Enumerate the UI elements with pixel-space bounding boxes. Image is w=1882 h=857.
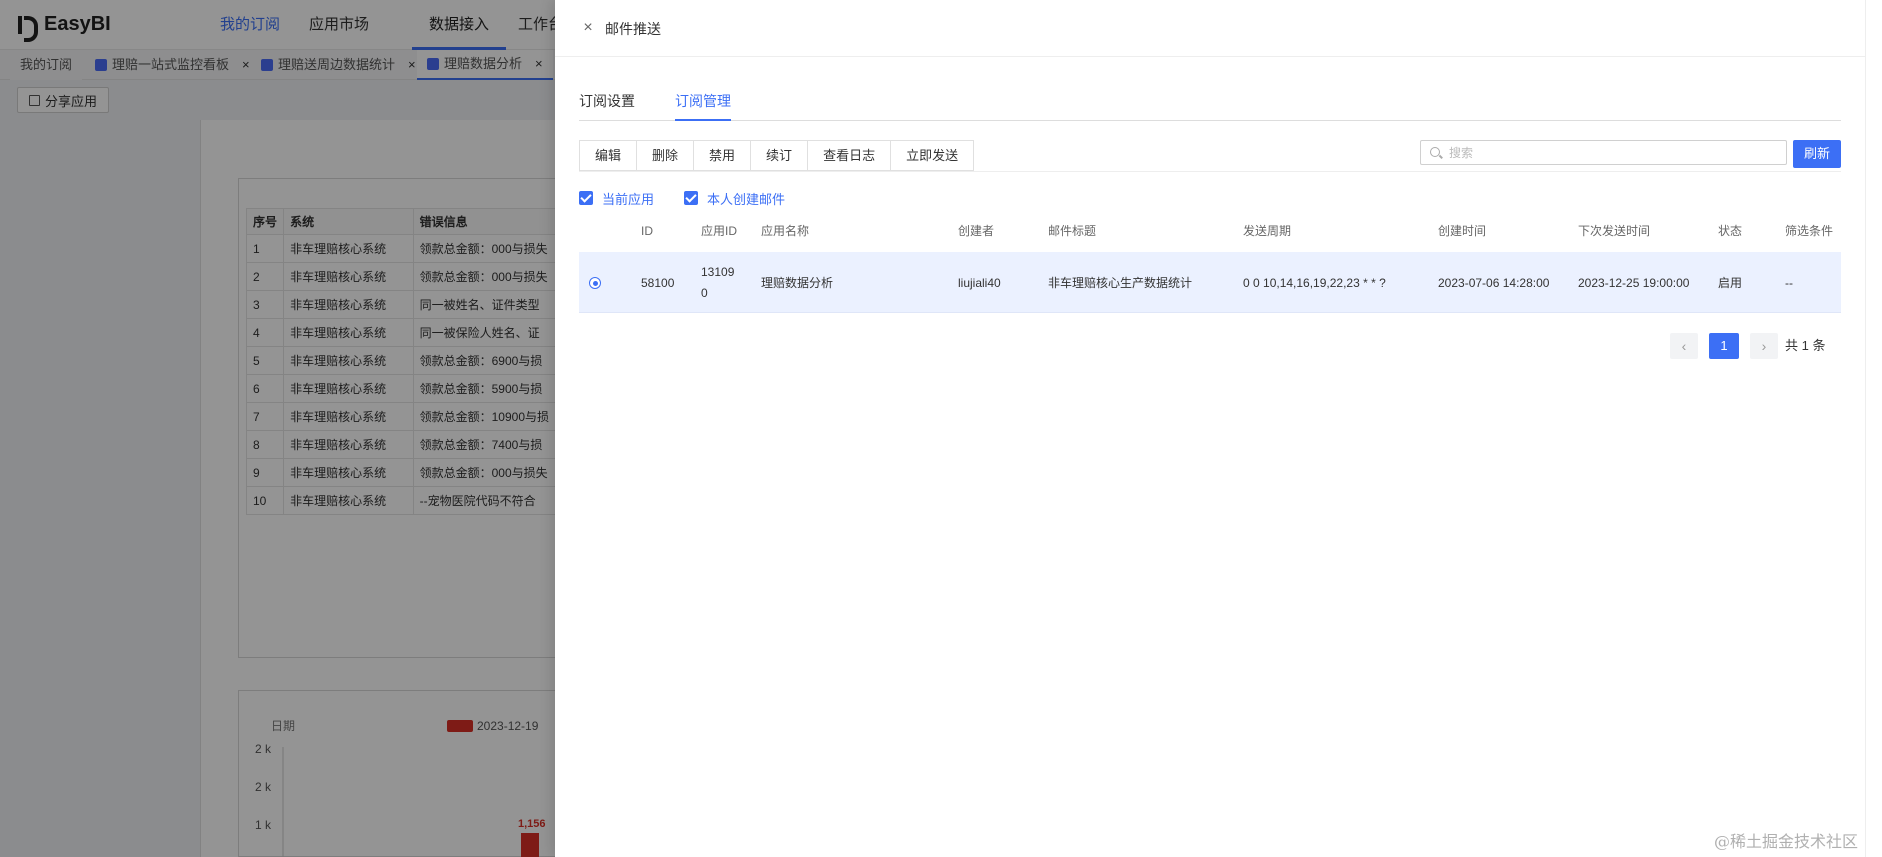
tab-subscription-management[interactable]: 订阅管理 <box>675 90 731 121</box>
col-status: 状态 <box>1718 224 1743 238</box>
cell-cron: 0 0 10,14,16,19,22,23 * * ? <box>1243 275 1386 290</box>
checkbox-label: 当前应用 <box>602 191 655 207</box>
cell-next-send-time: 2023-12-25 19:00:00 <box>1578 275 1690 290</box>
prev-page-icon[interactable]: ‹ <box>1670 333 1698 359</box>
cell-creator: liujiali40 <box>958 275 1001 290</box>
current-app-checkbox[interactable]: 当前应用 <box>579 189 654 207</box>
drawer-tabs: 订阅设置 订阅管理 <box>579 90 1841 121</box>
action-toolbar: 编辑 删除 禁用 续订 查看日志 立即发送 <box>579 140 975 171</box>
edit-button[interactable]: 编辑 <box>580 141 638 170</box>
next-page-icon[interactable]: › <box>1750 333 1778 359</box>
col-cron: 发送周期 <box>1243 224 1292 238</box>
checkbox-label: 本人创建邮件 <box>707 191 786 207</box>
tab-subscription-settings[interactable]: 订阅设置 <box>579 90 635 121</box>
search-input[interactable] <box>1449 143 1779 162</box>
corner-watermark: @稀土掘金技术社区 <box>1714 832 1859 851</box>
col-creator: 创建者 <box>958 224 995 238</box>
cell-filter: -- <box>1785 275 1793 290</box>
cell-subject: 非车理赔核心生产数据统计 <box>1048 276 1193 290</box>
email-push-drawer: × 邮件推送 订阅设置 订阅管理 编辑 删除 禁用 续订 查看日志 立即发送 刷… <box>555 0 1865 857</box>
toolbar-divider <box>579 171 1841 172</box>
cell-app-id: 131090 <box>701 264 735 300</box>
col-filter: 筛选条件 <box>1785 224 1834 238</box>
page-1-button[interactable]: 1 <box>1709 333 1739 359</box>
modal-mask[interactable] <box>0 0 555 857</box>
col-id: ID <box>641 224 653 238</box>
search-icon <box>1430 147 1440 157</box>
checkbox-checked-icon <box>684 191 699 205</box>
delete-button[interactable]: 删除 <box>637 141 695 170</box>
table-header: ID 应用ID 应用名称 创建者 邮件标题 发送周期 创建时间 下次发送时间 状… <box>579 218 1841 250</box>
total-count: 共 1 条 <box>1785 338 1826 353</box>
filter-checkboxes: 当前应用 本人创建邮件 <box>579 189 785 207</box>
pagination: ‹ 1 › 共 1 条 <box>1670 333 1850 359</box>
cell-created-time: 2023-07-06 14:28:00 <box>1438 275 1550 290</box>
col-next-send-time: 下次发送时间 <box>1578 224 1651 238</box>
cell-status: 启用 <box>1718 276 1743 290</box>
search-box[interactable] <box>1420 140 1787 165</box>
refresh-button[interactable]: 刷新 <box>1793 140 1841 168</box>
checkbox-checked-icon <box>579 191 593 205</box>
close-icon[interactable]: × <box>580 20 596 36</box>
col-app-id: 应用ID <box>701 224 738 238</box>
renew-button[interactable]: 续订 <box>751 141 809 170</box>
cell-app-name: 理赔数据分析 <box>761 276 834 290</box>
drawer-title: 邮件推送 <box>605 21 661 37</box>
disable-button[interactable]: 禁用 <box>694 141 752 170</box>
col-subject: 邮件标题 <box>1048 224 1097 238</box>
row-radio[interactable] <box>589 277 601 289</box>
table-row[interactable]: 58100 131090 理赔数据分析 liujiali40 非车理赔核心生产数… <box>579 252 1841 313</box>
view-log-button[interactable]: 查看日志 <box>808 141 892 170</box>
drawer-header: × 邮件推送 <box>555 0 1865 57</box>
my-emails-checkbox[interactable]: 本人创建邮件 <box>684 189 785 207</box>
right-edge-strip <box>1865 0 1882 857</box>
cell-id: 58100 <box>641 275 675 290</box>
send-now-button[interactable]: 立即发送 <box>891 141 974 170</box>
col-created-time: 创建时间 <box>1438 224 1487 238</box>
col-app-name: 应用名称 <box>761 224 810 238</box>
